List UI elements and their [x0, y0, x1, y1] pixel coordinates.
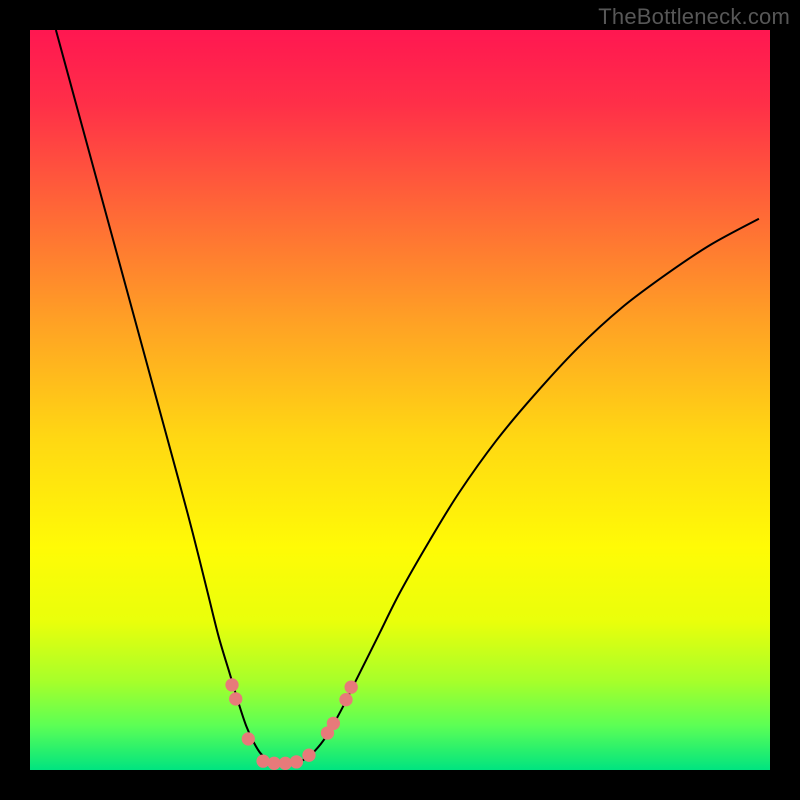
- curve-marker: [345, 680, 358, 693]
- curve-marker: [256, 754, 269, 767]
- bottleneck-chart: [30, 30, 770, 770]
- curve-marker: [229, 692, 242, 705]
- curve-marker: [225, 678, 238, 691]
- chart-frame: TheBottleneck.com: [0, 0, 800, 800]
- curve-marker: [339, 693, 352, 706]
- curve-marker: [327, 717, 340, 730]
- plot-area: [30, 30, 770, 770]
- watermark-text: TheBottleneck.com: [598, 4, 790, 30]
- curve-marker: [242, 732, 255, 745]
- curve-marker: [290, 755, 303, 768]
- curve-marker: [302, 749, 315, 762]
- gradient-background: [30, 30, 770, 770]
